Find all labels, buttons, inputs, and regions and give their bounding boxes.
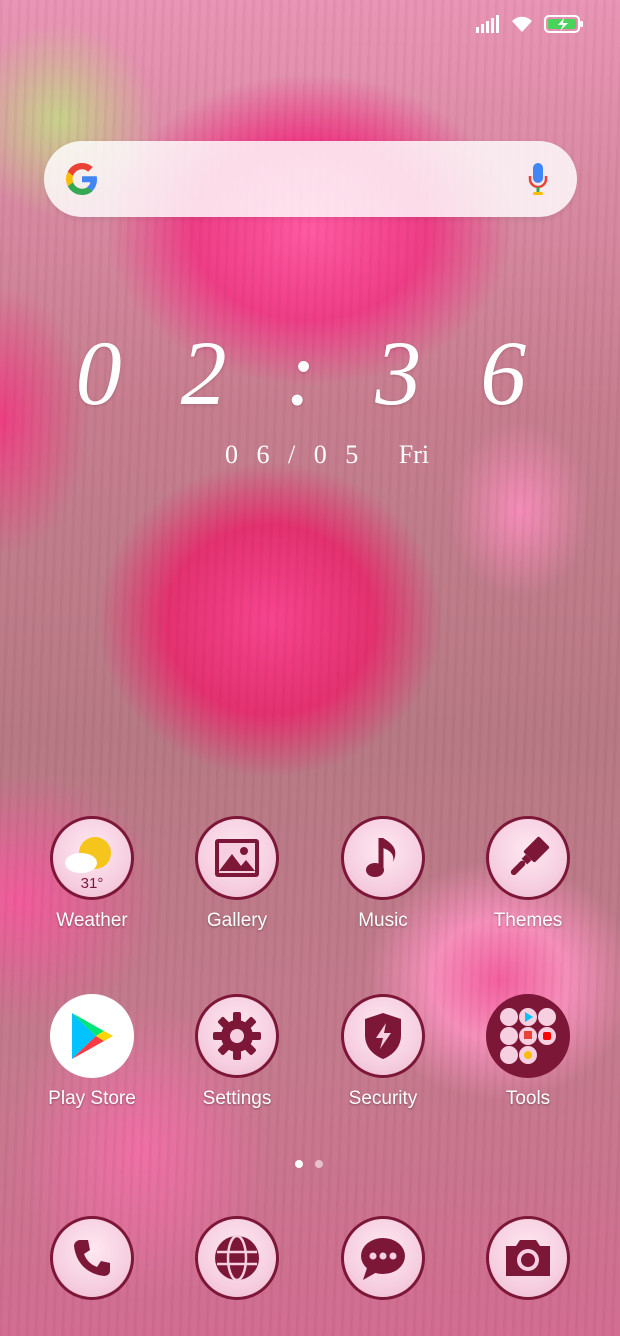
date-text: 0 6 / 0 5 — [225, 440, 365, 469]
battery-charging-icon — [544, 14, 584, 39]
app-label: Security — [348, 1088, 418, 1109]
app-gallery[interactable]: Gallery — [177, 816, 297, 932]
app-label: Gallery — [206, 910, 268, 931]
status-bar — [476, 14, 584, 39]
microphone-icon[interactable] — [527, 161, 549, 197]
app-label: Play Store — [48, 1088, 136, 1109]
google-g-icon — [66, 163, 97, 195]
wifi-icon — [510, 15, 534, 38]
app-weather[interactable]: 31° Weather — [32, 816, 152, 932]
folder-icon — [486, 994, 570, 1078]
weather-temp: 31° — [81, 875, 104, 892]
app-security[interactable]: Security — [323, 994, 443, 1110]
camera-icon — [486, 1216, 570, 1300]
app-label: Themes — [493, 910, 563, 931]
page-dot[interactable] — [315, 1160, 323, 1168]
app-label: Music — [358, 910, 408, 931]
search-bar[interactable] — [44, 141, 577, 217]
phone-icon — [50, 1216, 134, 1300]
play-store-icon — [50, 994, 134, 1078]
app-label: Weather — [56, 910, 128, 931]
dock-camera[interactable] — [468, 1216, 588, 1300]
clock-time[interactable]: 0 2 : 3 6 — [0, 320, 620, 426]
paint-brush-icon — [486, 816, 570, 900]
messages-icon — [341, 1216, 425, 1300]
app-themes[interactable]: Themes — [468, 816, 588, 932]
music-note-icon — [341, 816, 425, 900]
app-label: Tools — [505, 1088, 551, 1109]
app-play-store[interactable]: Play Store — [32, 994, 152, 1110]
dock-phone[interactable] — [32, 1216, 152, 1300]
dock-messages[interactable] — [323, 1216, 443, 1300]
app-music[interactable]: Music — [323, 816, 443, 932]
app-label: Settings — [202, 1088, 272, 1109]
page-indicator — [295, 1160, 323, 1168]
gallery-icon — [195, 816, 279, 900]
page-dot-active[interactable] — [295, 1160, 303, 1168]
dock-browser[interactable] — [177, 1216, 297, 1300]
shield-icon — [341, 994, 425, 1078]
weather-icon: 31° — [50, 816, 134, 900]
weekday-text: Fri — [398, 440, 430, 469]
app-settings[interactable]: Settings — [177, 994, 297, 1110]
signal-icon — [476, 15, 500, 38]
clock-date: 0 6 / 0 5 Fri — [225, 440, 429, 470]
gear-icon — [195, 994, 279, 1078]
browser-globe-icon — [195, 1216, 279, 1300]
app-tools[interactable]: Tools — [468, 994, 588, 1110]
